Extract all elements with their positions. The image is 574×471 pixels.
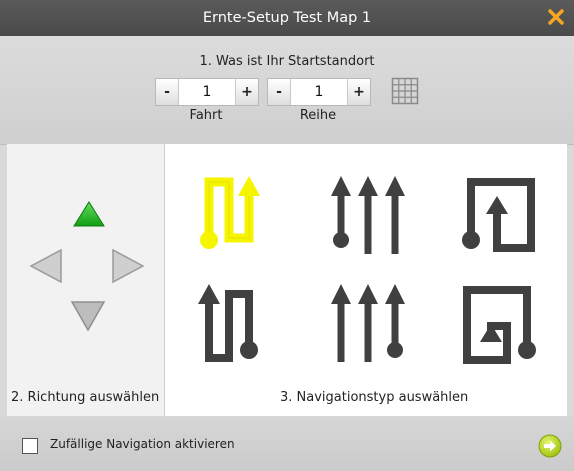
setup-dialog: Ernte-Setup Test Map 1 1. Was ist Ihr St… bbox=[0, 0, 574, 471]
grid-icon[interactable] bbox=[391, 77, 419, 105]
fahrt-plus-button[interactable]: + bbox=[236, 79, 258, 105]
spiral-down-icon[interactable] bbox=[453, 276, 543, 372]
fahrt-label: Fahrt bbox=[189, 108, 223, 123]
fahrt-minus-button[interactable]: - bbox=[156, 79, 178, 105]
direction-panel: 2. Richtung auswählen bbox=[7, 144, 165, 416]
footer-bar: Zufällige Navigation aktivieren bbox=[0, 416, 574, 471]
start-location-section: 1. Was ist Ihr Startstandort - 1 + Fahrt… bbox=[0, 36, 574, 145]
arrow-left-icon[interactable] bbox=[29, 248, 63, 288]
direction-label: 2. Richtung auswählen bbox=[11, 390, 160, 405]
parallel-rows-down-icon[interactable] bbox=[323, 276, 413, 372]
navigation-panel: 3. Navigationstyp auswählen bbox=[165, 144, 567, 416]
reihe-stepper: - 1 + bbox=[267, 78, 371, 106]
spiral-up-icon[interactable] bbox=[453, 168, 543, 264]
close-icon[interactable] bbox=[544, 5, 568, 29]
reihe-plus-button[interactable]: + bbox=[348, 79, 370, 105]
parallel-rows-up-icon[interactable] bbox=[323, 168, 413, 264]
title-bar: Ernte-Setup Test Map 1 bbox=[0, 0, 574, 36]
arrow-up-icon[interactable] bbox=[72, 200, 106, 232]
fahrt-stepper: - 1 + bbox=[155, 78, 259, 106]
navigation-label: 3. Navigationstyp auswählen bbox=[280, 390, 469, 405]
serpentine-down-icon[interactable] bbox=[193, 276, 283, 372]
next-arrow-icon[interactable] bbox=[538, 434, 562, 458]
random-navigation-label: Zufällige Navigation aktivieren bbox=[50, 437, 235, 451]
reihe-value[interactable]: 1 bbox=[290, 79, 348, 105]
start-location-heading: 1. Was ist Ihr Startstandort bbox=[199, 54, 375, 69]
random-navigation-checkbox[interactable] bbox=[22, 438, 38, 454]
arrow-right-icon[interactable] bbox=[111, 248, 145, 288]
arrow-down-icon[interactable] bbox=[70, 300, 106, 336]
fahrt-value[interactable]: 1 bbox=[178, 79, 236, 105]
reihe-minus-button[interactable]: - bbox=[268, 79, 290, 105]
dialog-title: Ernte-Setup Test Map 1 bbox=[202, 10, 372, 26]
main-panel: 2. Richtung auswählen 3. Navigationstyp … bbox=[7, 144, 567, 416]
reihe-label: Reihe bbox=[299, 108, 337, 123]
serpentine-up-icon[interactable] bbox=[193, 168, 283, 264]
